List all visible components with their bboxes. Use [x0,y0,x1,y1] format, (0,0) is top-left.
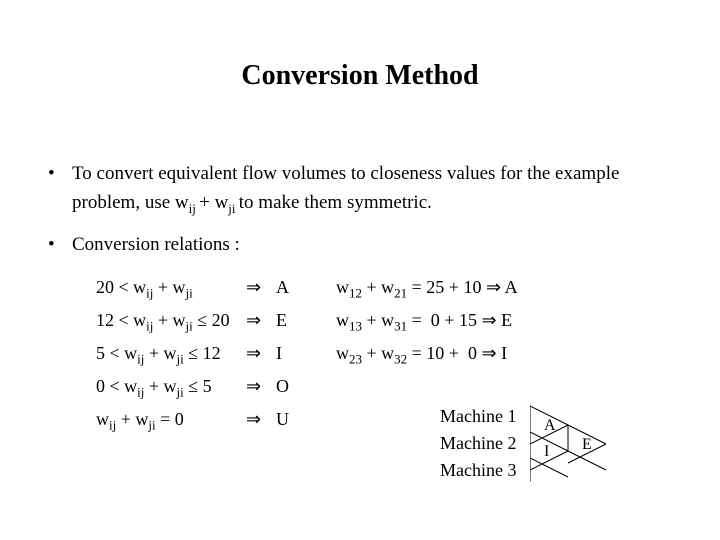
slide-title: Conversion Method [0,60,720,92]
r5e: = 0 [156,409,184,429]
r4s2: ji [177,384,184,399]
c2sym: E [497,310,513,330]
slide-content: • To convert equivalent flow volumes to … [48,160,672,439]
arrow-icon: ⇒ [246,373,276,400]
rule-row: wij + wji = 0 ⇒ U [96,406,296,433]
c1b: + w [362,277,394,297]
c2v: = 0 + 15 [407,310,481,330]
bullet-1: • To convert equivalent flow volumes to … [48,160,672,217]
r4c: 0 < w [96,376,137,396]
c3sym: I [497,343,508,363]
machine-3: Machine 3 [440,460,516,481]
rel-label-a: A [544,417,556,434]
r1c: 20 < w [96,277,146,297]
c2s2: 31 [394,318,407,333]
r3c: 5 < w [96,343,137,363]
r5-sym: U [276,406,296,433]
c2a: w [336,310,349,330]
c3v: = 10 + 0 [407,343,481,363]
calc-row: w13 + w31 = 0 + 15 ⇒ E [336,307,518,334]
r2-sym: E [276,307,296,334]
r2s2: ji [186,318,193,333]
rule-row: 0 < wij + wji ≤ 5 ⇒ O [96,373,296,400]
r3r: + w [144,343,176,363]
r5r: + w [116,409,148,429]
b1-sub1: ij [189,200,199,215]
c1sym: A [501,277,518,297]
c1v: = 25 + 10 [407,277,486,297]
c2b: + w [362,310,394,330]
machine-2: Machine 2 [440,433,516,454]
c3s1: 23 [349,351,362,366]
bullet-2-text: Conversion relations : [72,231,672,260]
bullet-1-text: To convert equivalent flow volumes to cl… [72,160,672,217]
b1-sub2: ji [228,200,238,215]
c1s2: 21 [394,285,407,300]
b1-post: to make them symmetric. [239,192,432,213]
r4-sym: O [276,373,296,400]
c3b: + w [362,343,394,363]
arrow-icon: ⇒ [486,277,501,297]
r5s2: ji [148,417,155,432]
c3s2: 32 [394,351,407,366]
r3e: ≤ 12 [184,343,221,363]
r3-sym: I [276,340,296,367]
c1s1: 12 [349,285,362,300]
r4r: + w [144,376,176,396]
rules-column: 20 < wij + wji ⇒ A 12 < wij + wji ≤ 20 ⇒… [96,274,296,439]
rule-row: 20 < wij + wji ⇒ A [96,274,296,301]
r1-sym: A [276,274,296,301]
machine-1: Machine 1 [440,406,516,427]
r2r: + w [153,310,185,330]
arrow-icon: ⇒ [246,340,276,367]
r4e: ≤ 5 [184,376,212,396]
calc-row: w23 + w32 = 10 + 0 ⇒ I [336,340,518,367]
calc-row: w12 + w21 = 25 + 10 ⇒ A [336,274,518,301]
r1s2: ji [186,285,193,300]
c1a: w [336,277,349,297]
rel-label-e: E [582,436,592,453]
bullet-dot: • [48,231,72,260]
bullet-dot: • [48,160,72,217]
r2c: 12 < w [96,310,146,330]
r5c: w [96,409,109,429]
arrow-icon: ⇒ [246,406,276,433]
c2s1: 13 [349,318,362,333]
arrow-icon: ⇒ [246,274,276,301]
rule-row: 12 < wij + wji ≤ 20 ⇒ E [96,307,296,334]
rule-row: 5 < wij + wji ≤ 12 ⇒ I [96,340,296,367]
c3a: w [336,343,349,363]
r3s2: ji [177,351,184,366]
arrow-icon: ⇒ [481,343,496,363]
rel-diagram: A I E [530,400,660,500]
machine-list: Machine 1 Machine 2 Machine 3 [440,406,516,487]
bullet-2: • Conversion relations : [48,231,672,260]
r2e: ≤ 20 [193,310,230,330]
arrow-icon: ⇒ [246,307,276,334]
rel-label-i: I [544,443,549,460]
r1r: + w [153,277,185,297]
arrow-icon: ⇒ [481,310,496,330]
b1-mid: + w [199,192,228,213]
